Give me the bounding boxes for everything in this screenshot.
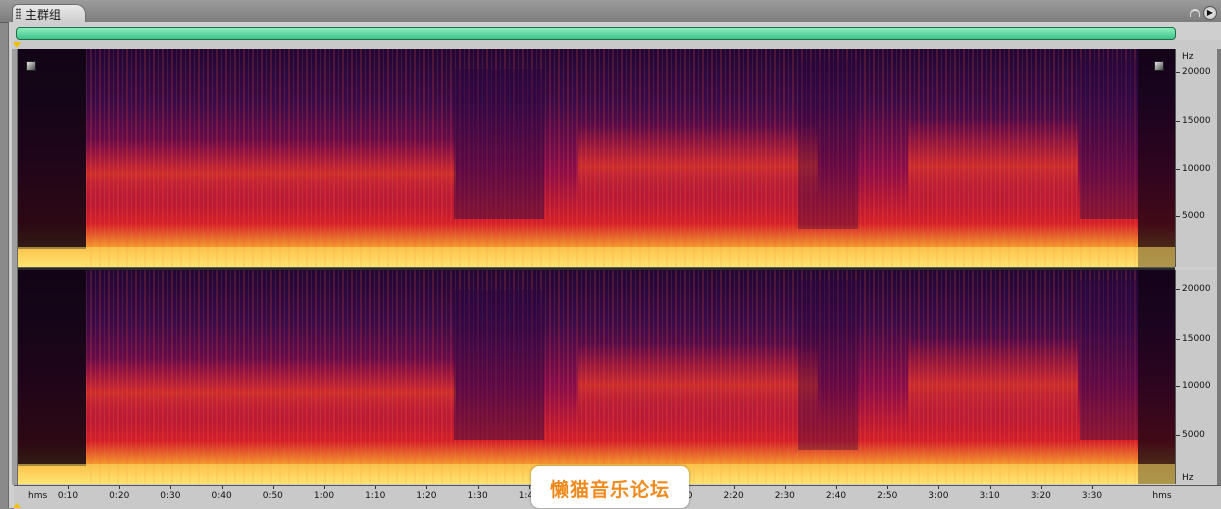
- time-tick-label: 1:30: [467, 491, 488, 501]
- hz-tick: [1176, 121, 1180, 122]
- time-tick: [1040, 486, 1042, 489]
- time-tick: [119, 486, 121, 489]
- watermark-badge: 懒猫音乐论坛: [531, 466, 689, 508]
- hz-tick-label: 15000: [1182, 334, 1211, 344]
- frequency-axis-1: Hz 20000 15000 10000 5000: [1175, 49, 1221, 267]
- time-tick-label: 0:40: [211, 491, 232, 501]
- frequency-axis-2: 20000 15000 10000 5000 Hz: [1175, 270, 1221, 484]
- time-tick-label: 3:30: [1081, 491, 1103, 501]
- hz-tick-label: 20000: [1182, 284, 1211, 294]
- time-tick: [375, 486, 377, 489]
- time-tick-label: 0:50: [262, 491, 283, 501]
- spectrogram-canvas-2: [18, 270, 1175, 484]
- time-tick: [170, 486, 172, 489]
- hz-unit-label: Hz: [1182, 52, 1194, 62]
- time-tick-label: 3:10: [979, 491, 1000, 501]
- spectrogram-canvas-1: [18, 49, 1175, 267]
- time-tick-label: 0:20: [109, 491, 130, 501]
- time-tick-label: 0:30: [160, 491, 181, 501]
- time-tick: [784, 486, 786, 489]
- time-tick-label: 1:00: [313, 491, 335, 501]
- timeline-strip[interactable]: [14, 40, 1221, 49]
- hz-tick: [1176, 216, 1180, 217]
- panel-title-bar: 主群组 ▶: [0, 0, 1221, 23]
- time-tick-label: 1:20: [416, 491, 437, 501]
- corner-handle-icon[interactable]: [1154, 61, 1164, 71]
- time-tick: [272, 486, 274, 489]
- hz-tick-label: 5000: [1182, 211, 1205, 221]
- hz-tick: [1176, 289, 1180, 290]
- spectrogram-left-channel[interactable]: [18, 49, 1175, 267]
- playhead-top-marker[interactable]: [13, 42, 21, 48]
- time-tick-label: 0:10: [57, 491, 79, 501]
- hz-tick: [1176, 339, 1180, 340]
- time-unit-right: hms: [1152, 491, 1172, 501]
- time-tick: [887, 486, 889, 489]
- time-tick-label: 2:30: [774, 491, 795, 501]
- playhead-bottom-marker[interactable]: [13, 503, 21, 508]
- hz-tick: [1176, 72, 1180, 73]
- hz-unit-label: Hz: [1182, 473, 1194, 483]
- hz-tick-label: 20000: [1182, 67, 1211, 77]
- time-tick: [426, 486, 428, 489]
- time-tick-label: 1:10: [365, 491, 386, 501]
- hz-tick-label: 15000: [1182, 116, 1211, 126]
- hz-tick: [1176, 435, 1180, 436]
- time-tick-label: 3:20: [1030, 491, 1051, 501]
- spectrogram-right-channel[interactable]: [18, 270, 1175, 484]
- time-tick: [477, 486, 479, 489]
- tab-main-group[interactable]: 主群组: [12, 4, 86, 22]
- time-tick-label: 2:20: [723, 491, 744, 501]
- hz-tick: [1176, 386, 1180, 387]
- time-tick: [938, 486, 940, 489]
- corner-handle-icon[interactable]: [26, 61, 36, 71]
- hz-tick-label: 10000: [1182, 381, 1211, 391]
- time-tick: [989, 486, 991, 489]
- collapse-icon[interactable]: [1190, 9, 1200, 17]
- overview-navigator-bar[interactable]: [16, 27, 1176, 40]
- time-tick: [324, 486, 325, 489]
- watermark-text: 懒猫音乐论坛: [549, 479, 670, 501]
- time-tick: [1092, 486, 1093, 489]
- time-tick-label: 2:50: [877, 491, 898, 501]
- time-unit-left: hms: [28, 491, 48, 501]
- time-tick: [68, 486, 69, 489]
- time-tick-label: 2:40: [825, 491, 847, 501]
- time-tick: [733, 486, 735, 489]
- right-edge: [1217, 49, 1221, 485]
- time-tick-label: 3:00: [928, 491, 949, 501]
- hz-tick-label: 5000: [1182, 430, 1205, 440]
- hz-tick: [1176, 169, 1180, 170]
- panel-controls: ▶: [1187, 6, 1217, 22]
- hz-tick-label: 10000: [1182, 164, 1211, 174]
- tab-main-group-label: 主群组: [25, 8, 62, 22]
- panel-menu-icon[interactable]: ▶: [1203, 6, 1217, 20]
- time-tick: [836, 486, 837, 489]
- grip-icon[interactable]: [16, 8, 21, 19]
- time-tick: [528, 486, 530, 489]
- time-tick: [221, 486, 223, 489]
